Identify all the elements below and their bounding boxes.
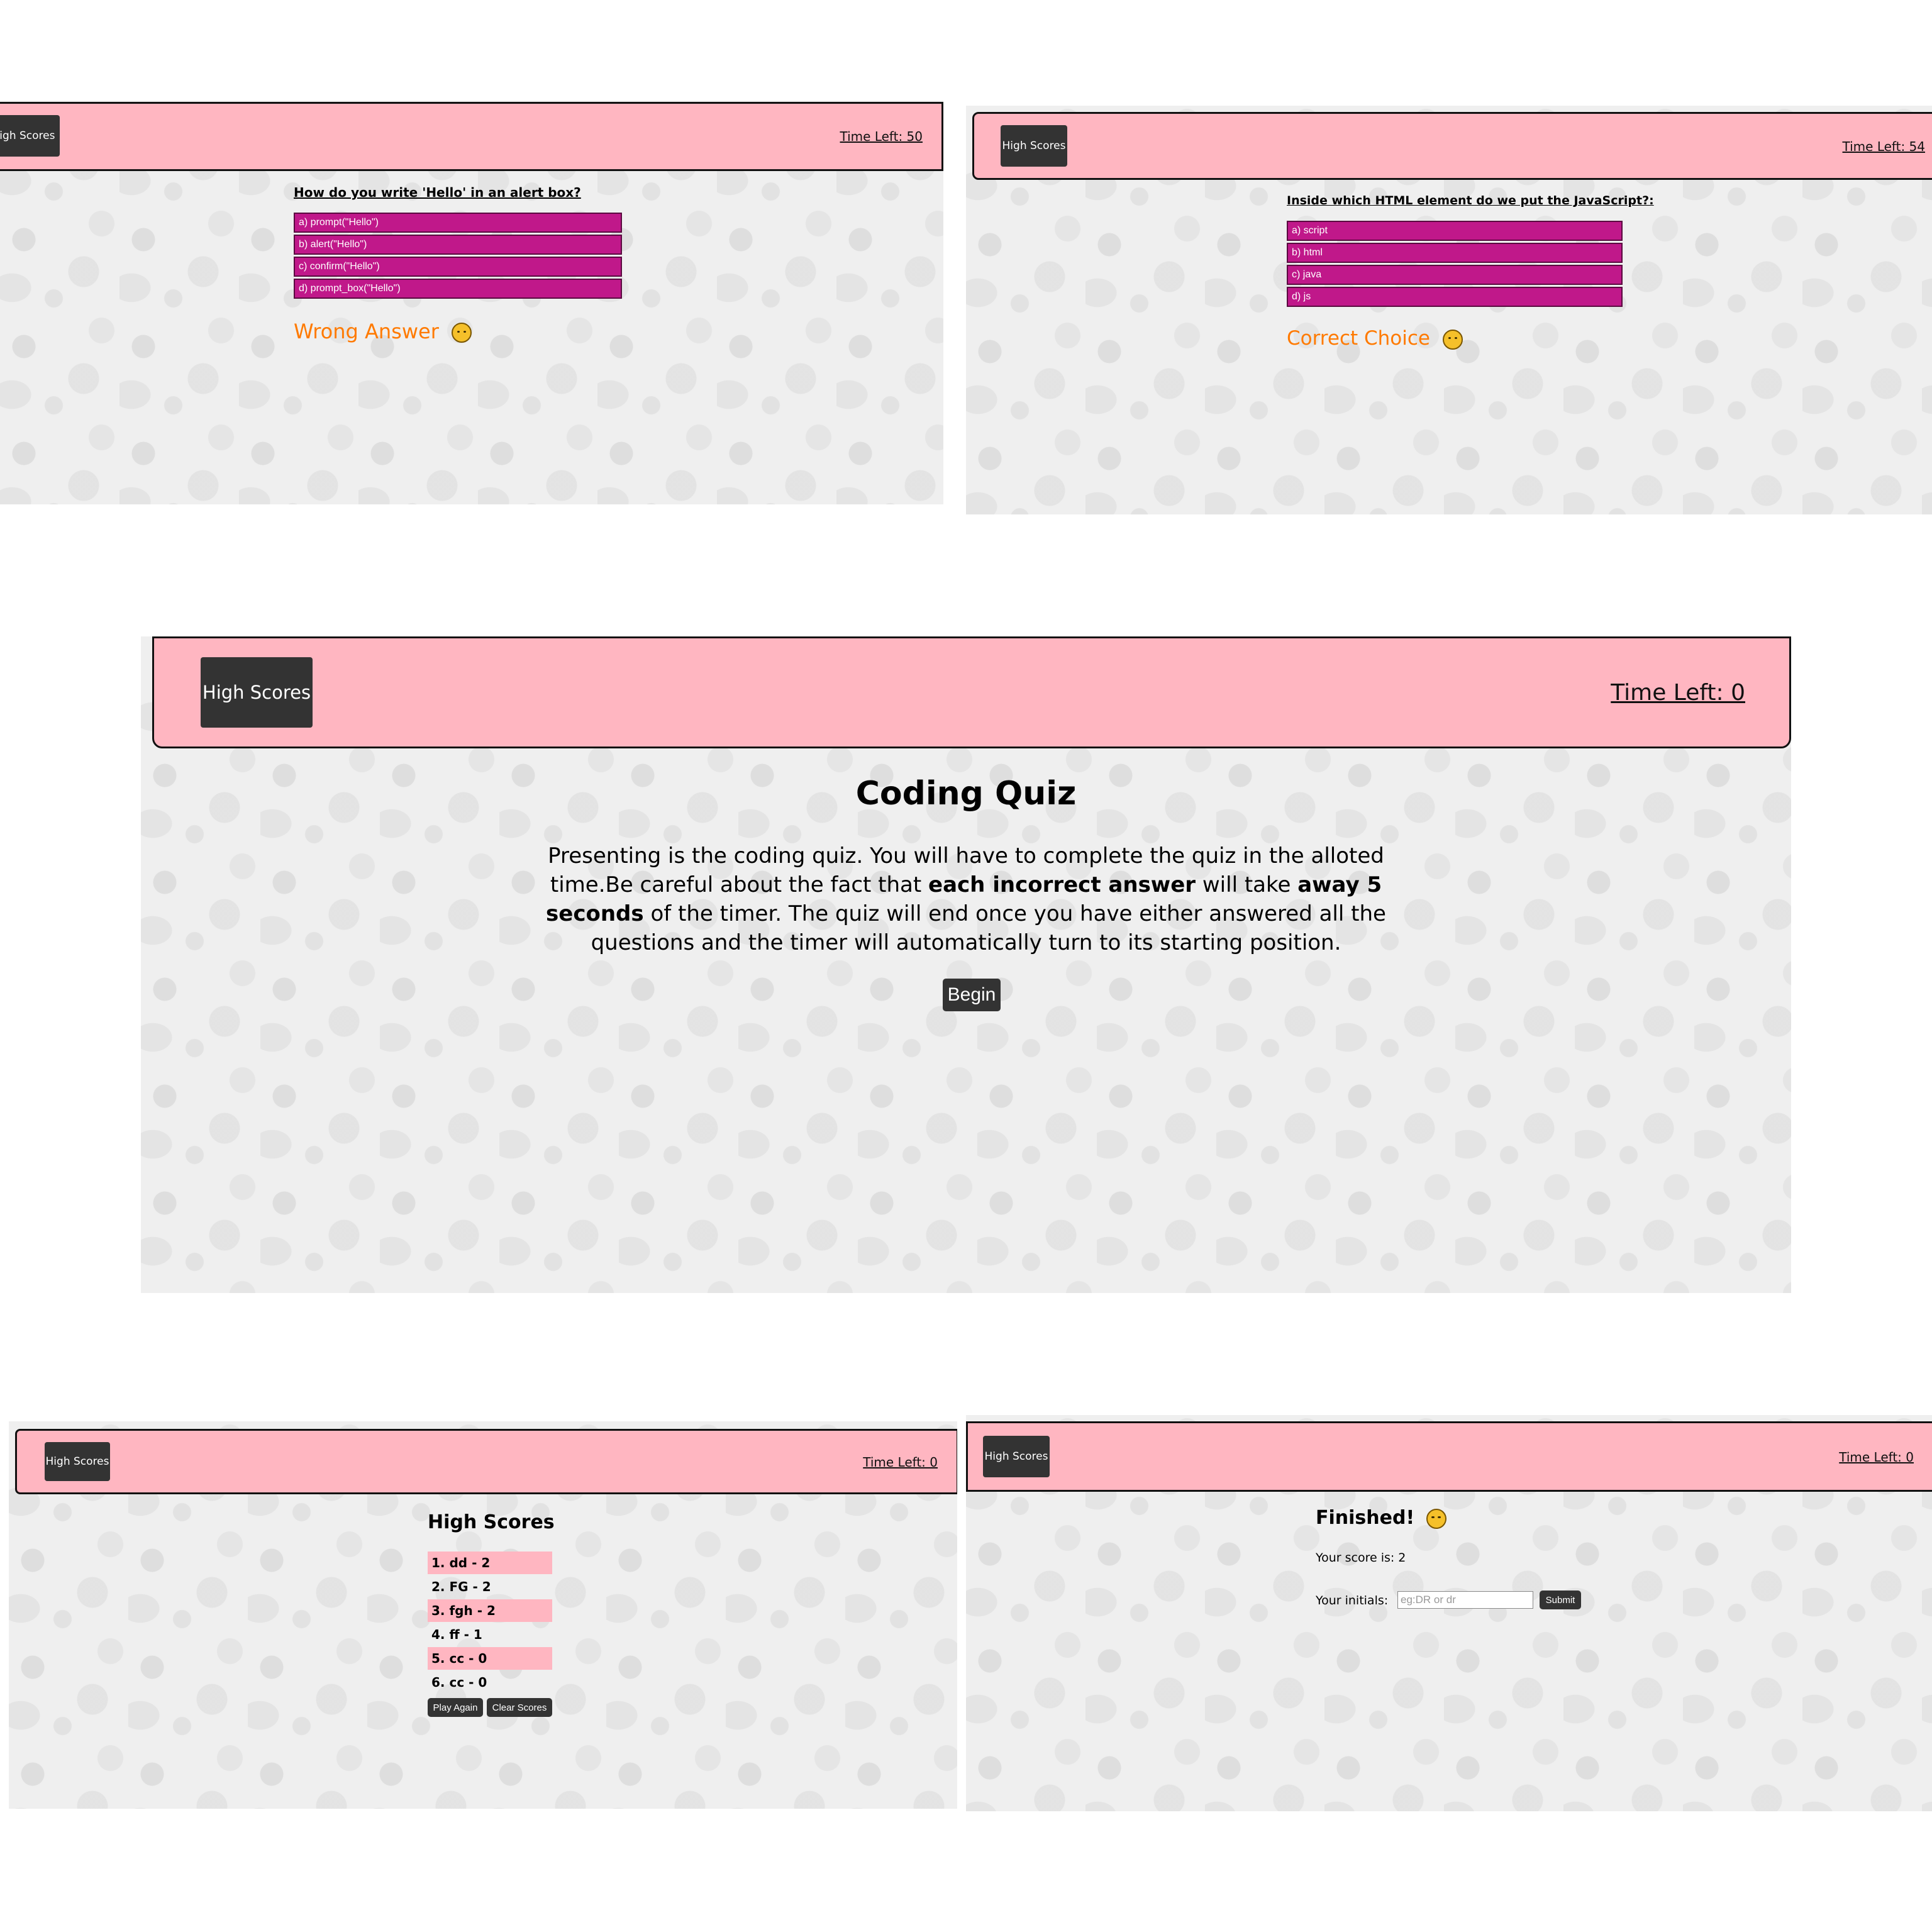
initials-input[interactable] [1397,1591,1533,1609]
score-row: 1. dd - 2 [428,1552,552,1574]
answer-option-b[interactable]: b) html [1287,243,1623,263]
answer-option-c[interactable]: c) java [1287,265,1623,285]
answer-option-c[interactable]: c) confirm("Hello") [294,257,622,277]
intro-emphasis-seconds: seconds [546,901,644,926]
submit-button[interactable]: Submit [1540,1591,1581,1609]
begin-button[interactable]: Begin [943,979,1001,1011]
time-left: Time Left: 0 [863,1455,938,1470]
intro-line-3: seconds of the timer. The quiz will end … [518,899,1414,928]
question-text: Inside which HTML element do we put the … [1287,194,1654,208]
finished-title-text: Finished! [1316,1507,1415,1529]
finished-screen: High Scores Time Left: 0 Finished! Your … [966,1415,1932,1811]
quiz-title: Coding Quiz [855,775,1077,813]
high-scores-button[interactable]: High Scores [45,1442,110,1481]
score-row: 4. ff - 1 [431,1627,482,1642]
sad-face-icon [452,323,472,343]
intro-emphasis-away: away 5 [1297,872,1382,897]
initials-label: Your initials: [1316,1594,1389,1607]
intro-line-1: Presenting is the coding quiz. You will … [548,843,1384,869]
answer-option-d[interactable]: d) js [1287,287,1623,307]
intro-line-4: questions and the timer will automatical… [591,930,1341,955]
header-bar: High Scores Time Left: 0 [966,1421,1932,1492]
final-score: Your score is: 2 [1316,1551,1406,1565]
answer-option-b[interactable]: b) alert("Hello") [294,235,622,255]
answer-option-a[interactable]: a) script [1287,221,1623,241]
feedback-message: Correct Choice [1287,327,1463,350]
score-row: 3. fgh - 2 [428,1599,552,1622]
clapping-hands-icon [1426,1508,1446,1529]
time-left: Time Left: 0 [1839,1450,1914,1465]
high-scores-screen: High Scores Time Left: 0 High Scores 1. … [9,1421,957,1809]
header-bar: High Scores Time Left: 0 [15,1429,957,1494]
finished-title: Finished! [1316,1507,1446,1529]
smiling-face-icon [1442,329,1463,350]
question-text: How do you write 'Hello' in an alert box… [294,185,581,200]
score-row: 5. cc - 0 [428,1647,552,1670]
clear-scores-button[interactable]: Clear Scores [487,1698,552,1717]
high-scores-title: High Scores [428,1511,555,1533]
feedback-message: Wrong Answer [294,319,472,343]
answer-option-a[interactable]: a) prompt("Hello") [294,213,622,233]
high-scores-button[interactable]: High Scores [1001,125,1067,167]
play-again-button[interactable]: Play Again [428,1698,483,1717]
wrong-answer-screen: High Scores Time Left: 50 How do you wri… [0,101,943,504]
time-left: Time Left: 54 [1842,139,1925,154]
correct-choice-screen: High Scores Time Left: 54 Inside which H… [966,106,1932,514]
time-left: Time Left: 50 [840,129,923,144]
feedback-text: Wrong Answer [294,319,439,343]
intro-line-2-text: time.Be careful about the fact that [550,872,929,897]
intro-line-2: time.Be careful about the fact that each… [518,870,1414,899]
score-row: 2. FG - 2 [431,1579,491,1594]
time-left: Time Left: 0 [1611,680,1745,706]
intro-emphasis-incorrect: each incorrect answer [928,872,1196,897]
score-row: 6. cc - 0 [431,1675,487,1690]
high-scores-button[interactable]: High Scores [0,115,60,157]
header-bar: High Scores Time Left: 54 [972,112,1932,180]
header-bar: High Scores Time Left: 50 [0,102,943,171]
high-scores-button[interactable]: High Scores [983,1436,1050,1477]
answer-option-d[interactable]: d) prompt_box("Hello") [294,279,622,299]
quiz-intro: Presenting is the coding quiz. You will … [518,841,1414,957]
intro-line-3-text: of the timer. The quiz will end once you… [643,901,1386,926]
high-scores-button[interactable]: High Scores [201,657,313,728]
intro-line-2-text-2: will take [1196,872,1298,897]
start-screen: High Scores Time Left: 0 Coding Quiz Pre… [141,636,1791,1293]
header-bar: High Scores Time Left: 0 [152,636,1791,748]
feedback-text: Correct Choice [1287,327,1430,350]
